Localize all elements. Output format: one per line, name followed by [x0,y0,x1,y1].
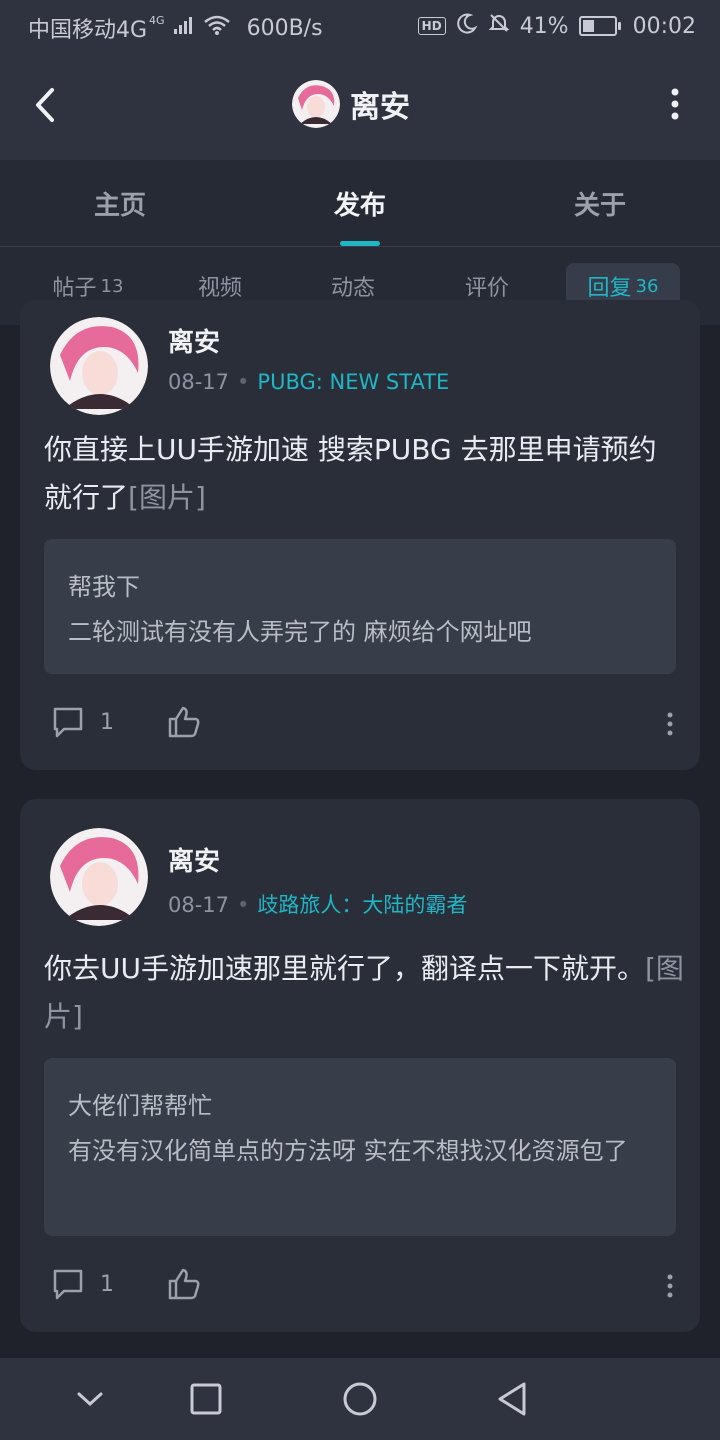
nav-home-button[interactable] [335,1374,385,1424]
tab-home[interactable]: 主页 [0,160,240,246]
comment-icon [53,1269,83,1300]
reply-text: 你去UU手游加速那里就行了，翻译点一下就开。 [44,952,645,985]
reply-card[interactable]: 离安 08-17 • 歧路旅人：大陆的霸者 你去UU手游加速那里就行了，翻译点一下就… [20,799,700,1332]
network-badge: 4G [149,13,165,27]
more-button[interactable] [660,82,690,126]
network-speed: 600B/s [246,15,323,41]
status-bar: 中国移动4G 4G 600B/s HD 41% 00:02 [0,0,720,52]
post-more-button[interactable] [660,1266,680,1306]
moon-icon [456,12,478,40]
quoted-post-text: 二轮测试有没有人弄完了的 麻烦给个网址吧 [68,618,532,646]
image-tag[interactable]: [图片] [128,481,206,514]
nav-back-button[interactable] [487,1374,537,1424]
subtab-threads-count: 13 [100,275,124,297]
comment-count: 1 [100,709,114,735]
more-vertical-icon [667,712,673,736]
battery-percent: 41% [519,13,569,39]
post-date: 08-17 [168,893,230,917]
reply-content[interactable]: 你去UU手游加速那里就行了，翻译点一下就开。[图片] [44,945,684,1041]
battery-icon [578,16,621,36]
game-link[interactable]: 歧路旅人：大陆的霸者 [257,893,467,917]
meta-separator: • [237,370,250,394]
hd-badge: HD [417,17,446,35]
reply-content[interactable]: 你直接上UU手游加速 搜索PUBG 去那里申请预约就行了[图片] [44,426,684,522]
post-more-button[interactable] [660,704,680,744]
like-button[interactable] [166,704,202,740]
subtab-threads-label: 帖子 [52,276,97,301]
bell-off-icon [488,12,510,40]
status-right: HD 41% 00:02 [417,12,696,40]
wifi-icon [203,14,231,42]
quoted-post[interactable]: 大佬们帮帮忙 有没有汉化简单点的方法呀 实在不想找汉化资源包了 [44,1058,676,1236]
signal-icon [173,15,195,41]
quoted-post-text: 有没有汉化简单点的方法呀 实在不想找汉化资源包了 [68,1137,628,1165]
comment-button[interactable]: 1 [50,704,114,740]
comment-button[interactable]: 1 [50,1266,114,1302]
meta-separator: • [237,893,250,917]
author-name[interactable]: 离安 [168,841,220,878]
header-title: 离安 [350,90,410,125]
header-title-group[interactable]: 离安 [292,76,410,132]
thumbs-up-icon [168,706,200,738]
like-button[interactable] [166,1266,202,1302]
status-left: 中国移动4G 4G 600B/s [28,12,323,44]
nav-recents-button[interactable] [181,1374,231,1424]
chevron-down-icon [77,1392,103,1407]
quoted-post[interactable]: 帮我下 二轮测试有没有人弄完了的 麻烦给个网址吧 [44,539,676,674]
comment-icon [53,707,83,738]
chevron-left-icon [36,88,54,122]
square-icon [190,1383,222,1415]
game-link[interactable]: PUBG: NEW STATE [257,370,449,394]
quoted-post-title: 帮我下 [68,573,140,601]
post-meta: 08-17 • 歧路旅人：大陆的霸者 [168,889,467,919]
battery-fill [582,20,594,32]
nav-hide-button[interactable] [65,1374,115,1424]
comment-count: 1 [100,1271,114,1297]
post-meta: 08-17 • PUBG: NEW STATE [168,370,449,394]
quoted-post-title: 大佬们帮帮忙 [68,1092,212,1120]
thumbs-up-icon [168,1268,200,1300]
subtab-replies-label: 回复 [587,276,632,301]
back-button[interactable] [20,80,70,130]
carrier-label: 中国移动4G [28,18,148,43]
more-vertical-icon [667,1274,673,1298]
header-avatar [292,80,340,128]
main-tabs: 主页 发布 关于 [0,160,720,247]
circle-icon [343,1382,377,1416]
tab-posts[interactable]: 发布 [240,160,480,246]
reply-card[interactable]: 离安 08-17 • PUBG: NEW STATE 你直接上UU手游加速 搜索PU… [20,300,700,770]
clock: 00:02 [632,13,696,39]
triangle-back-icon [498,1382,526,1416]
tab-about[interactable]: 关于 [480,160,720,246]
author-name[interactable]: 离安 [168,322,220,359]
author-avatar[interactable] [50,828,148,926]
subtab-replies-count: 36 [635,275,659,297]
more-vertical-icon [671,88,679,120]
post-date: 08-17 [168,370,230,394]
author-avatar[interactable] [50,317,148,415]
tab-posts-label: 发布 [333,190,386,221]
tab-indicator [340,241,380,246]
